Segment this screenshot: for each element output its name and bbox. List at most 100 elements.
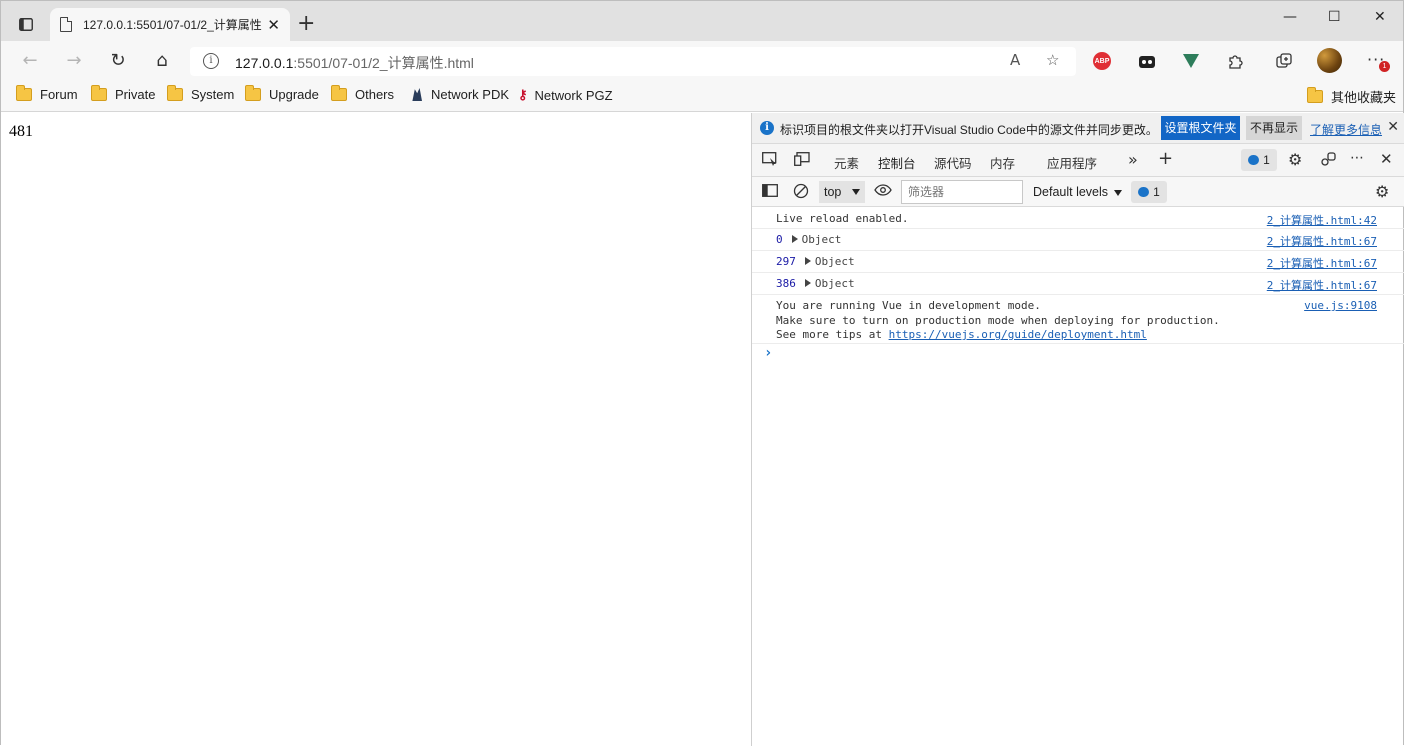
vue-docs-link[interactable]: https://vuejs.org/guide/deployment.html xyxy=(889,328,1147,341)
inspect-element-icon[interactable] xyxy=(762,152,778,170)
feedback-icon[interactable] xyxy=(1320,152,1336,172)
expand-triangle-icon[interactable] xyxy=(791,235,798,243)
tab-close-icon[interactable]: ✕ xyxy=(267,16,280,34)
vue-devtools-icon[interactable] xyxy=(1180,50,1202,72)
bookmark-label: Private xyxy=(115,87,156,102)
message-bubble-icon xyxy=(1138,187,1150,197)
log-entry: 386 Object 2_计算属性.html:67 xyxy=(752,273,1404,295)
dont-show-again-button[interactable]: 不再显示 xyxy=(1246,116,1302,140)
levels-label: Default levels xyxy=(1033,185,1109,199)
expand-triangle-icon[interactable] xyxy=(804,257,811,265)
site-info-icon[interactable]: i xyxy=(203,53,219,69)
log-entry: 297 Object 2_计算属性.html:67 xyxy=(752,251,1404,273)
learn-more-link[interactable]: 了解更多信息 xyxy=(1310,121,1382,138)
warning-line: Make sure to turn on production mode whe… xyxy=(776,313,1220,327)
tab-actions-button[interactable] xyxy=(11,11,41,37)
context-select[interactable]: top xyxy=(819,181,865,203)
log-entry: Live reload enabled. 2_计算属性.html:42 xyxy=(752,208,1404,229)
favorite-star-icon[interactable]: ☆ xyxy=(1046,51,1059,69)
log-source-link[interactable]: vue.js:9108 xyxy=(1304,299,1377,312)
log-source-link[interactable]: 2_计算属性.html:67 xyxy=(1267,277,1377,293)
folder-icon xyxy=(91,85,107,101)
log-object[interactable]: Object xyxy=(802,233,842,246)
issues-count: 1 xyxy=(1263,153,1270,167)
console-filter-input[interactable] xyxy=(901,180,1023,204)
log-entry: 0 Object 2_计算属性.html:67 xyxy=(752,229,1404,251)
read-aloud-icon[interactable]: A xyxy=(1010,51,1020,69)
bookmark-forum[interactable]: Forum xyxy=(16,85,78,102)
log-source-link[interactable]: 2_计算属性.html:42 xyxy=(1267,212,1377,228)
devtools-infobar: i 标识项目的根文件夹以打开Visual Studio Code中的源文件并同步… xyxy=(752,113,1404,144)
maximize-button[interactable]: ☐ xyxy=(1328,9,1341,25)
notification-badge: 1 xyxy=(1379,61,1390,72)
folder-icon xyxy=(16,85,32,101)
home-button[interactable]: ⌂ xyxy=(149,49,175,73)
log-number: 386 xyxy=(776,277,796,290)
close-devtools-icon[interactable]: ✕ xyxy=(1380,150,1393,168)
page-viewport: 481 xyxy=(1,113,751,746)
dropdown-caret-icon xyxy=(1114,189,1123,196)
bookmarks-bar: Forum Private System Upgrade Others Netw… xyxy=(1,81,1403,112)
forward-button[interactable]: → xyxy=(61,49,87,73)
log-source-link[interactable]: 2_计算属性.html:67 xyxy=(1267,233,1377,249)
clear-console-icon[interactable] xyxy=(793,183,809,203)
bookmark-system[interactable]: System xyxy=(167,85,234,102)
issues-counter[interactable]: 1 xyxy=(1241,149,1277,171)
expand-triangle-icon[interactable] xyxy=(804,279,811,287)
bookmark-label: Others xyxy=(355,87,395,102)
console-prompt-chevron-icon: › xyxy=(764,345,773,361)
sidebar-toggle-icon[interactable] xyxy=(762,184,778,201)
abp-label: ABP xyxy=(1093,52,1111,70)
collections-icon[interactable] xyxy=(1273,50,1295,72)
tab-sources[interactable]: 源代码 xyxy=(934,153,972,172)
console-settings-gear-icon[interactable]: ⚙ xyxy=(1375,182,1389,201)
adblock-extension-icon[interactable]: ABP xyxy=(1091,50,1113,72)
tab-elements[interactable]: 元素 xyxy=(834,153,859,172)
active-tab[interactable]: 127.0.0.1:5501/07-01/2_计算属性 ✕ xyxy=(50,8,290,41)
extensions-puzzle-icon[interactable] xyxy=(1224,50,1246,72)
new-tab-button[interactable]: + xyxy=(297,13,315,35)
tab-strip: 127.0.0.1:5501/07-01/2_计算属性 ✕ + — ☐ ✕ xyxy=(1,1,1403,41)
minimize-button[interactable]: — xyxy=(1283,9,1297,25)
back-button[interactable]: ← xyxy=(17,49,43,73)
extension-icon[interactable] xyxy=(1136,50,1158,72)
console-issues-counter[interactable]: 1 xyxy=(1131,181,1167,203)
console-log: Live reload enabled. 2_计算属性.html:42 0 Obj… xyxy=(752,208,1404,366)
key-icon: ⚷ xyxy=(518,87,528,102)
warning-line: You are running Vue in development mode. xyxy=(776,299,1041,312)
device-emulation-icon[interactable] xyxy=(794,152,810,170)
log-number: 0 xyxy=(776,233,783,246)
add-tool-plus-icon[interactable]: + xyxy=(1158,148,1173,169)
other-favorites[interactable]: 其他收藏夹 xyxy=(1307,87,1396,106)
address-bar[interactable]: i 127.0.0.1:5501/07-01/2_计算属性.html A ☆ xyxy=(190,47,1076,76)
set-root-folder-button[interactable]: 设置根文件夹 xyxy=(1161,116,1240,140)
tab-console[interactable]: 控制台 xyxy=(870,153,923,181)
more-tabs-chevron-icon[interactable]: » xyxy=(1128,150,1138,169)
bookmark-others[interactable]: Others xyxy=(331,85,395,102)
log-source-link[interactable]: 2_计算属性.html:67 xyxy=(1267,255,1377,271)
bookmark-network-pdk[interactable]: Network PDK xyxy=(410,87,509,102)
reload-button[interactable]: ↻ xyxy=(105,49,131,73)
console-toolbar: top Default levels 1 ⚙ xyxy=(752,177,1404,207)
tab-memory[interactable]: 内存 xyxy=(990,153,1015,172)
bookmark-network-pgz[interactable]: ⚷ Network PGZ xyxy=(518,87,613,103)
log-levels-dropdown[interactable]: Default levels xyxy=(1033,185,1123,199)
infobar-message: 标识项目的根文件夹以打开Visual Studio Code中的源文件并同步更改… xyxy=(780,123,1158,137)
customize-dots-icon[interactable]: ⋯ xyxy=(1350,150,1364,166)
profile-avatar[interactable] xyxy=(1317,48,1342,73)
infobar-close-icon[interactable]: ✕ xyxy=(1387,119,1399,135)
live-expression-eye-icon[interactable] xyxy=(874,184,892,200)
bookmark-upgrade[interactable]: Upgrade xyxy=(245,85,319,102)
url-text[interactable]: 127.0.0.1:5501/07-01/2_计算属性.html xyxy=(235,53,474,73)
folder-icon xyxy=(331,85,347,101)
tab-application[interactable]: 应用程序 xyxy=(1047,153,1097,172)
log-object[interactable]: Object xyxy=(815,255,855,268)
issues-count: 1 xyxy=(1153,185,1160,199)
settings-gear-icon[interactable]: ⚙ xyxy=(1288,150,1302,169)
log-object[interactable]: Object xyxy=(815,277,855,290)
warning-line: See more tips at xyxy=(776,328,889,341)
console-prompt-row[interactable]: › xyxy=(752,344,1404,366)
vue-dev-mode-warning: You are running Vue in development mode.… xyxy=(752,295,1404,344)
bookmark-private[interactable]: Private xyxy=(91,85,156,102)
close-window-button[interactable]: ✕ xyxy=(1374,9,1386,25)
